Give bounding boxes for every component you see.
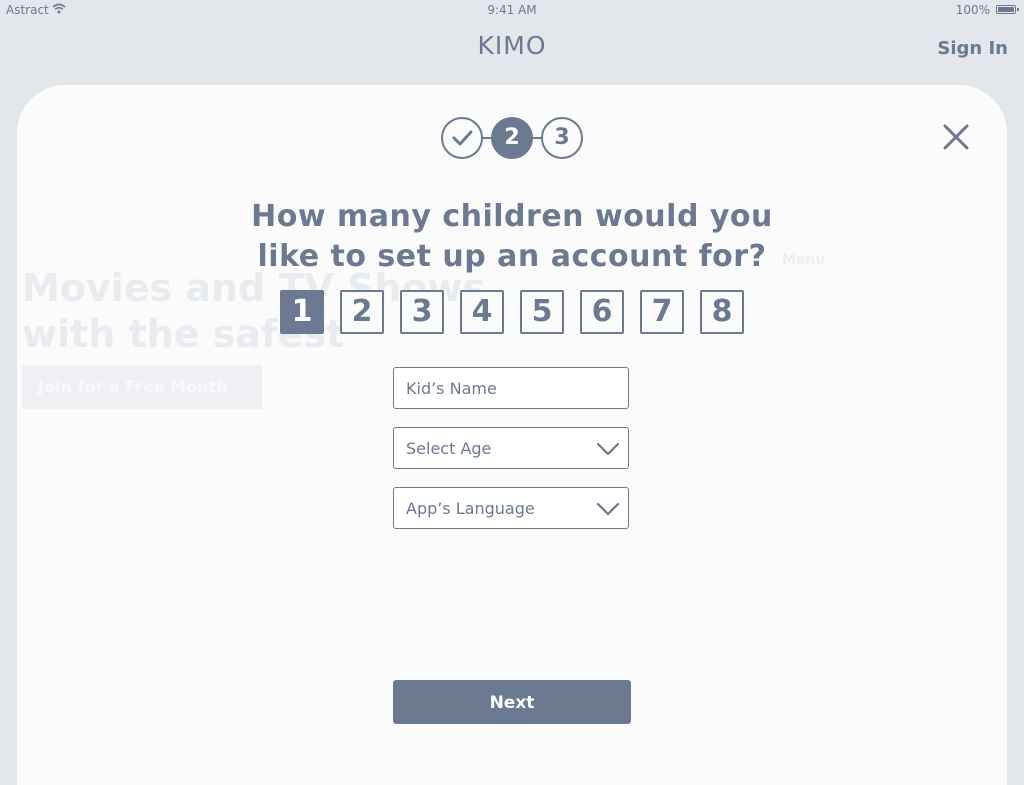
battery-icon <box>996 5 1019 14</box>
kimo-logo: KIMO <box>477 31 547 60</box>
question-heading: How many children would you like to set … <box>17 197 1007 277</box>
child-count-option-6[interactable]: 6 <box>580 290 624 334</box>
sign-in-link[interactable]: Sign In <box>937 38 1008 59</box>
status-time: 9:41 AM <box>487 3 537 17</box>
setup-modal: Movies and TV Shows with the safest Join… <box>17 85 1007 785</box>
question-line-2: like to set up an account for? <box>257 239 767 274</box>
child-count-option-4[interactable]: 4 <box>460 290 504 334</box>
child-count-option-2[interactable]: 2 <box>340 290 384 334</box>
kid-name-input[interactable] <box>406 379 616 398</box>
step-1-completed <box>441 117 483 159</box>
child-count-option-5[interactable]: 5 <box>520 290 564 334</box>
child-count-option-7[interactable]: 7 <box>640 290 684 334</box>
child-count-option-1[interactable]: 1 <box>280 290 324 334</box>
select-age-dropdown[interactable]: Select Age <box>393 427 629 469</box>
chevron-down-icon <box>596 502 620 516</box>
child-count-option-3[interactable]: 3 <box>400 290 444 334</box>
select-age-label: Select Age <box>406 439 492 458</box>
step-2-current: 2 <box>491 117 533 159</box>
status-bar: Astract 9:41 AM 100% <box>0 0 1024 20</box>
app-language-dropdown[interactable]: App’s Language <box>393 487 629 529</box>
battery-percentage: 100% <box>955 3 990 17</box>
chevron-down-icon <box>596 442 620 456</box>
child-count-option-8[interactable]: 8 <box>700 290 744 334</box>
background-cta: Join for a Free Month <box>22 365 262 409</box>
check-icon <box>452 130 473 146</box>
question-line-1: How many children would you <box>251 199 773 234</box>
step-3-upcoming: 3 <box>541 117 583 159</box>
app-language-label: App’s Language <box>406 499 535 518</box>
close-button[interactable] <box>942 123 970 151</box>
close-icon <box>943 124 969 150</box>
progress-stepper: 2 3 <box>441 117 585 159</box>
kid-name-field[interactable] <box>393 367 629 409</box>
next-button[interactable]: Next <box>393 680 631 724</box>
